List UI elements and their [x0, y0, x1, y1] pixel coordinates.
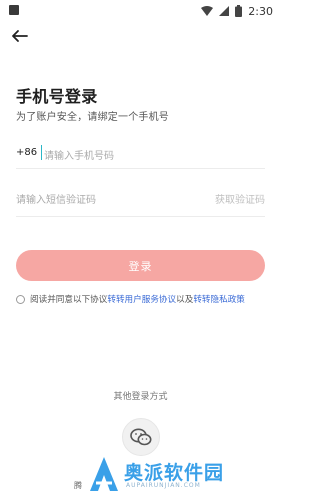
code-input[interactable]: 请输入短信验证码: [16, 191, 96, 206]
footer-partial-text: 腾: [74, 481, 82, 490]
back-arrow-icon: [12, 30, 28, 42]
phone-input[interactable]: 请输入手机号码: [44, 147, 114, 162]
watermark: 奥派软件园 AUPAIRUNJIAN.COM: [88, 455, 278, 497]
phone-field[interactable]: +86 请输入手机号码: [16, 142, 265, 166]
page-title: 手机号登录: [16, 87, 98, 106]
agreement-prefix: 阅读并同意以下协议: [30, 295, 108, 305]
text-caret: [41, 145, 42, 160]
agreement-radio[interactable]: [16, 295, 25, 304]
signal-icon: [219, 6, 230, 16]
wifi-icon: [201, 6, 214, 16]
login-button[interactable]: 登录: [16, 250, 265, 281]
agreement-middle: 以及: [176, 295, 194, 305]
watermark-text: 奥派软件园: [124, 462, 225, 484]
phone-divider: [16, 168, 265, 169]
watermark-logo-icon: [90, 457, 118, 491]
back-button[interactable]: [10, 28, 32, 46]
status-bar: 2:30: [0, 0, 281, 22]
page-subtitle: 为了账户安全，请绑定一个手机号: [16, 112, 169, 123]
agreement-row: 阅读并同意以下协议转转用户服务协议以及转转隐私政策: [16, 293, 276, 307]
get-code-button[interactable]: 获取验证码: [215, 191, 265, 206]
other-login-label: 其他登录方式: [113, 392, 168, 402]
status-time: 2:30: [248, 4, 273, 18]
user-agreement-link[interactable]: 转转用户服务协议: [107, 295, 176, 305]
country-code[interactable]: +86: [16, 147, 37, 158]
notification-icon: [9, 5, 19, 15]
code-divider: [16, 216, 265, 217]
wechat-icon: [130, 428, 152, 446]
privacy-policy-link[interactable]: 转转隐私政策: [193, 295, 245, 305]
battery-icon: [235, 5, 243, 17]
status-bar-right: 2:30: [201, 3, 273, 19]
code-field[interactable]: 请输入短信验证码 获取验证码: [16, 188, 265, 210]
agreement-text: 阅读并同意以下协议转转用户服务协议以及转转隐私政策: [30, 293, 245, 305]
watermark-subtext: AUPAIRUNJIAN.COM: [126, 482, 201, 489]
wechat-login-button[interactable]: [122, 418, 160, 456]
